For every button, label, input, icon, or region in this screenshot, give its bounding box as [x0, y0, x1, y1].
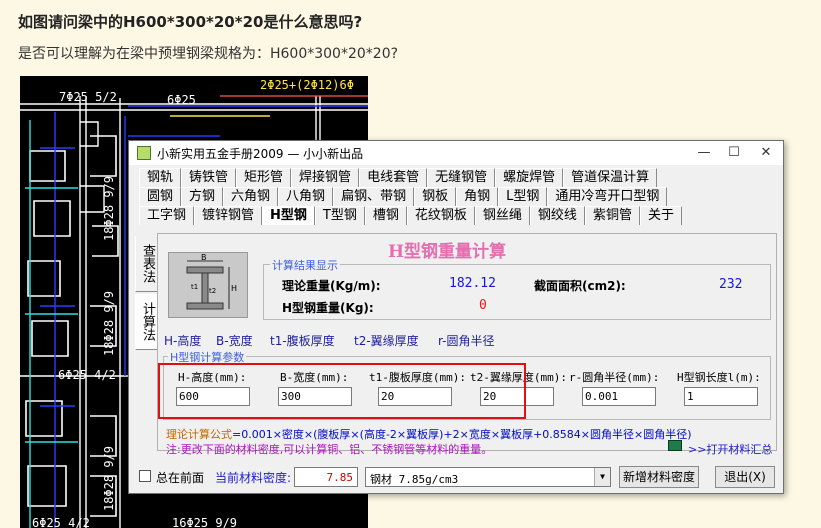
tab-octagon-steel[interactable]: 八角钢	[278, 187, 334, 206]
results-group: 计算结果显示 理论重量(Kg/m): 182.12 截面面积(cm2): 232…	[263, 257, 771, 320]
tab-channel-steel[interactable]: 槽钢	[364, 206, 407, 225]
svg-text:B: B	[201, 253, 207, 262]
density-field[interactable]: 7.85	[294, 467, 358, 487]
tab-rail[interactable]: 钢轨	[139, 168, 182, 187]
length-label: H型钢长度l(m):	[677, 371, 761, 384]
exit-button[interactable]: 退出(X)	[715, 466, 775, 488]
calc-title: H型钢重量计算	[388, 242, 507, 262]
cad-label: 18Φ28 9/9	[102, 176, 116, 242]
open-materials-link[interactable]: >>打开材料汇总	[688, 441, 772, 457]
side-tab-calculate[interactable]: 计算法	[135, 294, 157, 350]
tab-square-steel[interactable]: 方钢	[181, 187, 224, 206]
area-label: 截面面积(cm2):	[534, 279, 626, 293]
tab-round-steel[interactable]: 圆钢	[139, 187, 182, 206]
tab-copper-pipe[interactable]: 紫铜管	[584, 206, 640, 225]
radius-input[interactable]: 0.001	[582, 387, 656, 406]
cad-label: 16Φ25 9/9	[172, 516, 238, 528]
density-note: 注:更改下面的材料密度,可以计算铜、铝、不锈钢管等材料的重量。	[166, 443, 493, 456]
cad-label: 7Φ25 5/2	[59, 90, 117, 104]
title-bar[interactable]: 小新实用五金手册2009 — 小小新出品 — ☐ ✕	[129, 141, 783, 165]
cad-label: 6Φ25	[167, 93, 196, 107]
cad-label: 18Φ28 9/9	[102, 446, 116, 512]
param-legend-r: r-圆角半径	[438, 334, 495, 348]
always-on-top-label[interactable]: 总在前面	[156, 469, 204, 486]
tab-pipe-insulation[interactable]: 管道保温计算	[563, 168, 658, 187]
area-value: 232	[719, 277, 743, 292]
tab-strand[interactable]: 钢绞线	[529, 206, 585, 225]
tab-cast-iron-pipe[interactable]: 铸铁管	[181, 168, 237, 187]
tab-row-2: 圆钢 方钢 六角钢 八角钢 扁钢、带钢 钢板 角钢 L型钢 通用冷弯开口型钢	[139, 187, 668, 206]
material-select-value: 钢材 7.85g/cm3	[370, 473, 459, 486]
question-subtitle: 是否可以理解为在梁中预埋钢梁规格为：H600*300*20*20?	[18, 46, 399, 62]
tab-cold-formed-steel[interactable]: 通用冷弯开口型钢	[547, 187, 668, 206]
question-title: 如图请问梁中的H600*300*20*20是什么意思吗?	[18, 13, 363, 31]
tab-conduit[interactable]: 电线套管	[359, 168, 428, 187]
param-legend-t2: t2-翼缘厚度	[354, 334, 419, 348]
app-icon	[137, 146, 151, 160]
chevron-down-icon[interactable]: ▼	[594, 468, 610, 486]
tab-steel-plate[interactable]: 钢板	[414, 187, 457, 206]
tab-rectangular-pipe[interactable]: 矩形管	[236, 168, 292, 187]
formula-text: =0.001×密度×(腹板厚×(高度-2×翼板厚)+2×宽度×翼板厚+0.858…	[232, 428, 692, 441]
radius-label: r-圆角半径(mm):	[569, 371, 660, 384]
formula-line: 理论计算公式=0.001×密度×(腹板厚×(高度-2×翼板厚)+2×宽度×翼板厚…	[166, 426, 692, 442]
formula-label: 理论计算公式	[166, 428, 232, 441]
side-tabs: 查表法 计算法	[135, 236, 157, 444]
svg-text:t1: t1	[191, 283, 198, 291]
cad-label: 6Φ25 4/2	[32, 516, 90, 528]
param-legend-h: H-高度	[164, 334, 202, 348]
tab-row-1: 钢轨 铸铁管 矩形管 焊接钢管 电线套管 无缝钢管 螺旋焊管 管道保温计算	[139, 168, 658, 187]
param-legend-t1: t1-腹板厚度	[270, 334, 335, 348]
minimize-button[interactable]: —	[689, 143, 719, 163]
tab-row-3: 工字钢 镀锌钢管 H型钢 T型钢 槽钢 花纹钢板 钢丝绳 钢绞线 紫铜管 关于	[139, 206, 682, 225]
tab-welded-pipe[interactable]: 焊接钢管	[291, 168, 360, 187]
cad-label: 6Φ25 4/2	[58, 368, 116, 382]
app-window: 小新实用五金手册2009 — 小小新出品 — ☐ ✕ 钢轨 铸铁管 矩形管 焊接…	[128, 140, 784, 494]
window-title: 小新实用五金手册2009 — 小小新出品	[157, 147, 364, 161]
tab-hexagon-steel[interactable]: 六角钢	[223, 187, 279, 206]
calculator-icon[interactable]	[668, 440, 682, 451]
tab-galvanized-pipe[interactable]: 镀锌钢管	[194, 206, 263, 225]
maximize-button[interactable]: ☐	[719, 143, 749, 163]
hweight-value: 0	[479, 298, 487, 313]
param-legend-b: B-宽度	[216, 334, 253, 348]
highlight-box	[158, 363, 526, 419]
length-input[interactable]: 1	[684, 387, 758, 406]
tab-h-beam[interactable]: H型钢	[262, 206, 315, 225]
svg-text:t2: t2	[209, 287, 216, 295]
density-label: 当前材料密度:	[215, 471, 292, 485]
tab-spiral-pipe[interactable]: 螺旋焊管	[495, 168, 564, 187]
h-beam-diagram: B H t2 t1	[168, 252, 248, 318]
weight-value: 182.12	[449, 276, 496, 291]
tab-checkered-plate[interactable]: 花纹钢板	[406, 206, 475, 225]
cad-label: 2Φ25+(2Φ12)6Φ	[260, 78, 354, 92]
results-group-label: 计算结果显示	[270, 257, 340, 273]
material-select[interactable]: 钢材 7.85g/cm3 ▼	[365, 467, 611, 487]
close-button[interactable]: ✕	[751, 143, 781, 163]
side-tab-lookup[interactable]: 查表法	[135, 236, 157, 292]
h-beam-section-icon: B H t2 t1	[186, 253, 237, 310]
tab-t-steel[interactable]: T型钢	[314, 206, 365, 225]
cad-label: 18Φ28 9/9	[102, 291, 116, 357]
add-density-button[interactable]: 新增材料密度	[619, 466, 699, 488]
tab-i-beam[interactable]: 工字钢	[139, 206, 195, 225]
always-on-top-checkbox[interactable]	[139, 470, 151, 482]
tab-seamless-pipe[interactable]: 无缝钢管	[427, 168, 496, 187]
weight-label: 理论重量(Kg/m):	[282, 279, 381, 293]
hweight-label: H型钢重量(Kg):	[282, 301, 374, 315]
tab-angle-steel[interactable]: 角钢	[456, 187, 499, 206]
tab-about[interactable]: 关于	[639, 206, 682, 225]
tab-flat-steel[interactable]: 扁钢、带钢	[333, 187, 415, 206]
tab-l-steel[interactable]: L型钢	[498, 187, 548, 206]
tab-wire-rope[interactable]: 钢丝绳	[474, 206, 530, 225]
svg-text:H: H	[231, 284, 237, 293]
bottom-bar: 总在前面 当前材料密度: 7.85 钢材 7.85g/cm3 ▼ 新增材料密度 退…	[129, 463, 783, 493]
